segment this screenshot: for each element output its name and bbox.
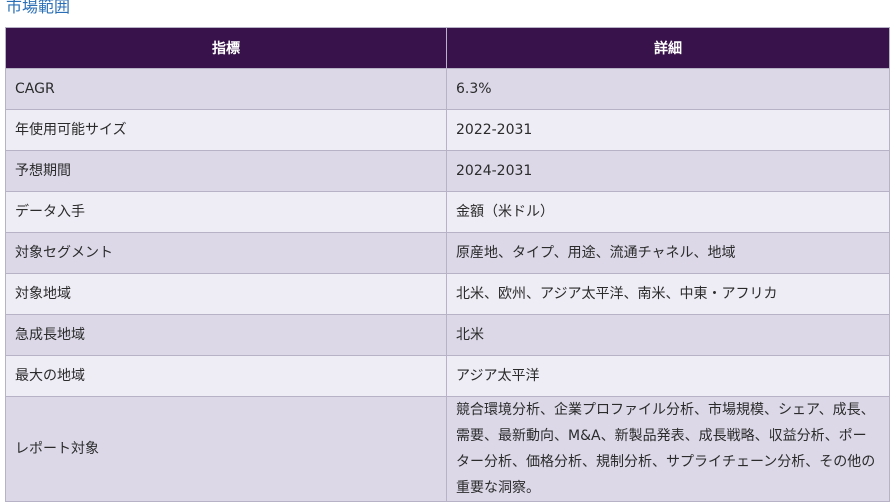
row-metric: データ入手 bbox=[5, 191, 447, 233]
market-scope-table-container: 指標 詳細 CAGR 6.3% 年使用可能サイズ 2022-2031 予想期間 … bbox=[5, 27, 890, 502]
row-metric: 対象地域 bbox=[5, 273, 447, 315]
header-metric: 指標 bbox=[5, 27, 447, 69]
row-detail: 競合環境分析、企業プロファイル分析、市場規模、シェア、成長、需要、最新動向、M&… bbox=[446, 396, 890, 502]
row-metric: レポート対象 bbox=[5, 396, 447, 502]
section-title: 市場範囲 bbox=[6, 0, 71, 16]
row-detail: アジア太平洋 bbox=[446, 355, 890, 397]
row-detail: 北米 bbox=[446, 314, 890, 356]
table-header-row: 指標 詳細 bbox=[5, 27, 890, 69]
row-detail: 原産地、タイプ、用途、流通チャネル、地域 bbox=[446, 232, 890, 274]
table-row: 急成長地域 北米 bbox=[5, 314, 890, 356]
table-row: 年使用可能サイズ 2022-2031 bbox=[5, 109, 890, 151]
table-row: CAGR 6.3% bbox=[5, 68, 890, 110]
header-detail: 詳細 bbox=[446, 27, 890, 69]
row-detail: 2022-2031 bbox=[446, 109, 890, 151]
row-detail: 2024-2031 bbox=[446, 150, 890, 192]
row-metric: 最大の地域 bbox=[5, 355, 447, 397]
row-detail: 金額（米ドル） bbox=[446, 191, 890, 233]
row-metric: 対象セグメント bbox=[5, 232, 447, 274]
table-row: 対象セグメント 原産地、タイプ、用途、流通チャネル、地域 bbox=[5, 232, 890, 274]
row-metric: 急成長地域 bbox=[5, 314, 447, 356]
table-row: 最大の地域 アジア太平洋 bbox=[5, 355, 890, 397]
row-detail: 6.3% bbox=[446, 68, 890, 110]
row-metric: 年使用可能サイズ bbox=[5, 109, 447, 151]
table-row: データ入手 金額（米ドル） bbox=[5, 191, 890, 233]
table-row: 予想期間 2024-2031 bbox=[5, 150, 890, 192]
row-detail: 北米、欧州、アジア太平洋、南米、中東・アフリカ bbox=[446, 273, 890, 315]
row-metric: CAGR bbox=[5, 68, 447, 110]
row-metric: 予想期間 bbox=[5, 150, 447, 192]
table-row: 対象地域 北米、欧州、アジア太平洋、南米、中東・アフリカ bbox=[5, 273, 890, 315]
table-row: レポート対象 競合環境分析、企業プロファイル分析、市場規模、シェア、成長、需要、… bbox=[5, 396, 890, 502]
market-scope-table: 指標 詳細 CAGR 6.3% 年使用可能サイズ 2022-2031 予想期間 … bbox=[5, 27, 890, 502]
